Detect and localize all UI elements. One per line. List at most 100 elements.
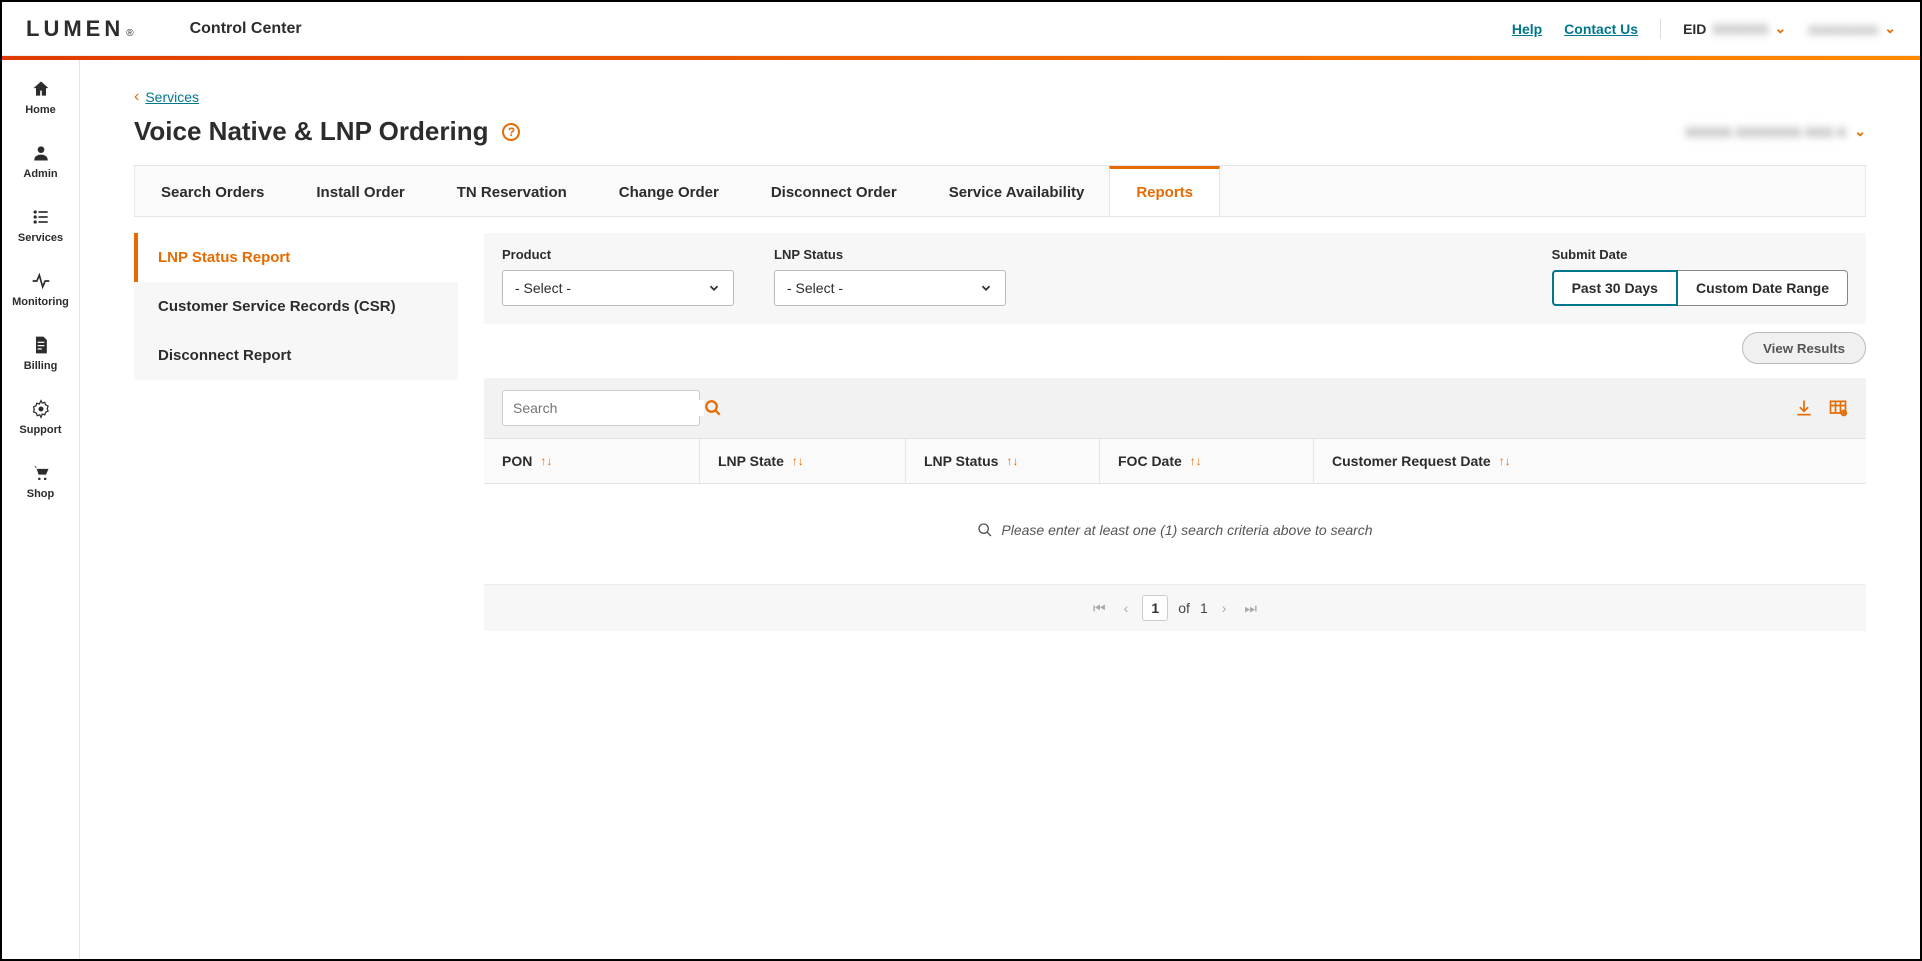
product-select-value: - Select - <box>515 280 571 296</box>
search-icon[interactable] <box>704 399 722 417</box>
col-label: LNP Status <box>924 453 998 469</box>
tab-install-order[interactable]: Install Order <box>290 166 430 216</box>
title-row: Voice Native & LNP Ordering ? XXXXX XXXX… <box>134 116 1866 147</box>
user-icon <box>30 142 52 164</box>
pager-total-pages: 1 <box>1200 600 1208 616</box>
download-icon[interactable] <box>1794 398 1814 418</box>
left-nav: Home Admin Services Monitoring Billing S… <box>2 60 80 959</box>
product-select[interactable]: - Select - <box>502 270 734 306</box>
nav-item-home[interactable]: Home <box>2 74 79 120</box>
invoice-icon <box>30 334 52 356</box>
col-header-pon[interactable]: PON ↑↓ <box>484 439 700 483</box>
cart-icon <box>30 462 52 484</box>
home-icon <box>30 78 52 100</box>
submit-date-toggle: Past 30 Days Custom Date Range <box>1552 270 1848 306</box>
search-icon <box>977 522 993 538</box>
contact-us-link[interactable]: Contact Us <box>1564 21 1638 37</box>
nav-item-monitoring[interactable]: Monitoring <box>2 266 79 312</box>
page-account-selector[interactable]: XXXXX XXXXXXX XXX X ⌄ <box>1685 123 1866 140</box>
nav-label: Support <box>19 424 61 436</box>
pager-last-icon[interactable]: ⏭ <box>1240 600 1261 617</box>
nav-item-billing[interactable]: Billing <box>2 330 79 376</box>
breadcrumb-services-link[interactable]: Services <box>145 89 199 105</box>
account-selector-label: XXXXX XXXXXXX XXX X <box>1685 124 1846 140</box>
tab-reports[interactable]: Reports <box>1109 166 1220 216</box>
pager-next-icon[interactable]: › <box>1218 600 1231 616</box>
pager-of-label: of <box>1178 600 1190 616</box>
col-label: FOC Date <box>1118 453 1182 469</box>
tab-search-orders[interactable]: Search Orders <box>135 166 290 216</box>
logo: LUMEN ® <box>26 16 134 42</box>
toggle-custom-date-range[interactable]: Custom Date Range <box>1678 270 1848 306</box>
search-input[interactable] <box>503 400 704 416</box>
account-selector-top[interactable]: xxxxxxxxx ⌄ <box>1808 20 1896 37</box>
tab-disconnect-order[interactable]: Disconnect Order <box>745 166 923 216</box>
sort-icon: ↑↓ <box>1499 454 1511 468</box>
results-header-row: PON ↑↓ LNP State ↑↓ LNP Status ↑↓ <box>484 439 1866 484</box>
search-input-wrap <box>502 390 700 426</box>
activity-icon <box>30 270 52 292</box>
nav-label: Monitoring <box>12 296 69 308</box>
nav-label: Shop <box>27 488 55 500</box>
results-empty-state: Please enter at least one (1) search cri… <box>484 484 1866 585</box>
results-section: PON ↑↓ LNP State ↑↓ LNP Status ↑↓ <box>484 378 1866 631</box>
eid-value: XXXXXX <box>1712 21 1768 37</box>
nav-item-support[interactable]: Support <box>2 394 79 440</box>
lnp-status-select[interactable]: - Select - <box>774 270 1006 306</box>
nav-label: Services <box>18 232 63 244</box>
separator <box>1660 19 1661 39</box>
chevron-down-icon <box>979 281 993 295</box>
sort-icon: ↑↓ <box>1190 454 1202 468</box>
eid-selector[interactable]: EID XXXXXX ⌄ <box>1683 20 1786 37</box>
gear-icon <box>30 398 52 420</box>
subnav-csr[interactable]: Customer Service Records (CSR) <box>134 282 458 331</box>
account-value: xxxxxxxxx <box>1808 21 1878 37</box>
tab-tn-reservation[interactable]: TN Reservation <box>431 166 593 216</box>
nav-label: Home <box>25 104 56 116</box>
pager-current-page[interactable]: 1 <box>1142 595 1168 621</box>
col-header-customer-request-date[interactable]: Customer Request Date ↑↓ <box>1314 439 1866 483</box>
chevron-down-icon: ⌄ <box>1854 123 1866 140</box>
col-header-foc-date[interactable]: FOC Date ↑↓ <box>1100 439 1314 483</box>
col-label: LNP State <box>718 453 784 469</box>
list-icon <box>30 206 52 228</box>
help-icon[interactable]: ? <box>502 123 520 141</box>
col-header-lnp-status[interactable]: LNP Status ↑↓ <box>906 439 1100 483</box>
page-title: Voice Native & LNP Ordering <box>134 116 488 147</box>
nav-item-shop[interactable]: Shop <box>2 458 79 504</box>
toggle-past-30-days[interactable]: Past 30 Days <box>1552 270 1678 306</box>
chevron-down-icon <box>707 281 721 295</box>
nav-item-services[interactable]: Services <box>2 202 79 248</box>
nav-item-admin[interactable]: Admin <box>2 138 79 184</box>
columns-settings-icon[interactable] <box>1828 398 1848 418</box>
pager: ⏮ ‹ 1 of 1 › ⏭ <box>484 585 1866 631</box>
pager-prev-icon[interactable]: ‹ <box>1120 600 1133 616</box>
breadcrumb: ‹ Services <box>134 88 1866 106</box>
pager-first-icon[interactable]: ⏮ <box>1089 600 1110 617</box>
tab-change-order[interactable]: Change Order <box>593 166 745 216</box>
lnp-status-label: LNP Status <box>774 247 1006 262</box>
chevron-down-icon: ⌄ <box>1884 20 1896 37</box>
report-panel: Product - Select - LNP Status - Select - <box>484 233 1866 631</box>
help-link[interactable]: Help <box>1512 21 1542 37</box>
logo-text: LUMEN <box>26 16 124 42</box>
tab-service-availability[interactable]: Service Availability <box>923 166 1111 216</box>
col-label: Customer Request Date <box>1332 453 1491 469</box>
submit-date-label: Submit Date <box>1552 247 1848 262</box>
empty-message: Please enter at least one (1) search cri… <box>1001 522 1372 538</box>
col-header-lnp-state[interactable]: LNP State ↑↓ <box>700 439 906 483</box>
view-results-button[interactable]: View Results <box>1742 332 1866 364</box>
top-right-controls: Help Contact Us EID XXXXXX ⌄ xxxxxxxxx ⌄ <box>1512 19 1896 39</box>
results-toolbar <box>484 378 1866 439</box>
table-action-icons <box>1794 398 1848 418</box>
chevron-left-icon: ‹ <box>134 88 139 106</box>
top-header: LUMEN ® Control Center Help Contact Us E… <box>2 2 1920 56</box>
subnav-disconnect-report[interactable]: Disconnect Report <box>134 331 458 380</box>
subnav-lnp-status-report[interactable]: LNP Status Report <box>134 233 458 282</box>
nav-label: Admin <box>23 168 57 180</box>
col-label: PON <box>502 453 532 469</box>
nav-label: Billing <box>24 360 58 372</box>
tab-bar: Search Orders Install Order TN Reservati… <box>134 165 1866 217</box>
eid-label: EID <box>1683 21 1706 37</box>
filter-bar: Product - Select - LNP Status - Select - <box>484 233 1866 324</box>
